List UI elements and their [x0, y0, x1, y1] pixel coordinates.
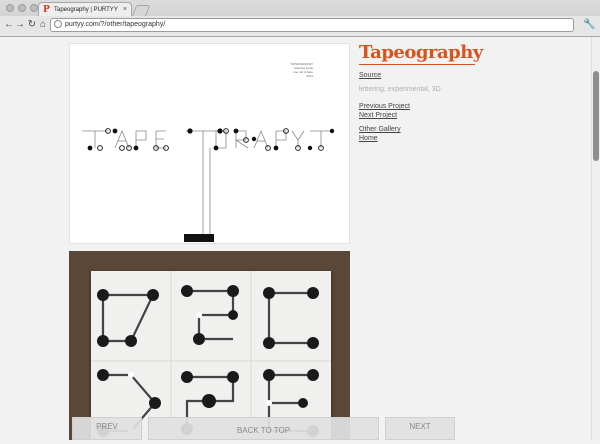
- back-to-top-button[interactable]: BACK TO TOP: [148, 417, 379, 440]
- browser-tab[interactable]: P Tapeography | PURTYY ×: [38, 2, 132, 17]
- browser-chrome: P Tapeography | PURTYY × ← → ↻ ⌂ purtyy.c…: [0, 0, 600, 37]
- purtyy-favicon-icon: P: [43, 5, 50, 15]
- source-link[interactable]: Source: [359, 71, 381, 80]
- scrollbar-thumb[interactable]: [593, 71, 599, 161]
- zoom-window-button[interactable]: [30, 4, 38, 12]
- prev-button[interactable]: PREV: [72, 417, 142, 440]
- tape-roll-base: [184, 234, 214, 242]
- pegboard-letters-artwork: [91, 271, 331, 440]
- title-divider: [359, 64, 475, 65]
- forward-arrow-icon[interactable]: →: [14, 18, 26, 32]
- next-project-link[interactable]: Next Project: [359, 111, 397, 120]
- page-scrollbar[interactable]: [591, 37, 600, 440]
- tape-pegboard-photo: [69, 251, 350, 440]
- tape-lettering-artwork: [82, 128, 335, 242]
- previous-project-link[interactable]: Previous Project: [359, 102, 410, 111]
- globe-icon: [54, 20, 62, 28]
- home-link[interactable]: Home: [359, 134, 378, 143]
- next-button[interactable]: NEXT: [385, 417, 455, 440]
- close-tab-icon[interactable]: ×: [123, 3, 127, 17]
- wrench-menu-icon[interactable]: 🔧: [583, 18, 595, 32]
- address-bar[interactable]: purtyy.com/?/other/tapeography/: [50, 18, 574, 32]
- project-tags: lettering, experimental, 3D: [359, 86, 441, 93]
- minimize-window-button[interactable]: [18, 4, 26, 12]
- window-controls: [6, 4, 38, 12]
- other-gallery-link[interactable]: Other Gallery: [359, 125, 401, 134]
- pegboard: [91, 271, 331, 440]
- close-window-button[interactable]: [6, 4, 14, 12]
- home-icon[interactable]: ⌂: [37, 18, 49, 32]
- project-title: Tapeography: [359, 42, 483, 63]
- tapeography-poster-image: TAPEOGRAPHY lettering study one roll of …: [69, 43, 350, 244]
- address-url: purtyy.com/?/other/tapeography/: [65, 21, 166, 28]
- browser-toolbar: ← → ↻ ⌂ purtyy.com/?/other/tapeography/ …: [0, 16, 600, 36]
- tab-title: Tapeography | PURTYY: [54, 7, 118, 13]
